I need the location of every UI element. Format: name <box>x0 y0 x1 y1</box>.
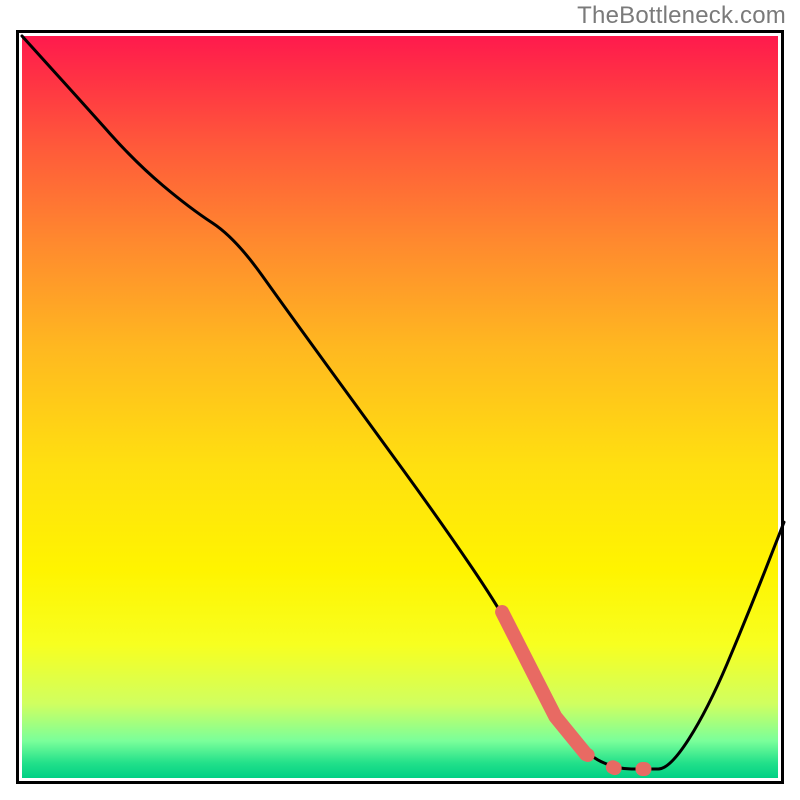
bottleneck-curve <box>22 36 784 784</box>
plot-area <box>16 30 784 784</box>
curve-highlight <box>502 612 586 754</box>
curve-main <box>22 36 784 769</box>
attribution-label: TheBottleneck.com <box>577 2 786 30</box>
axes-frame <box>16 30 784 784</box>
chart-container: TheBottleneck.com <box>0 0 800 800</box>
